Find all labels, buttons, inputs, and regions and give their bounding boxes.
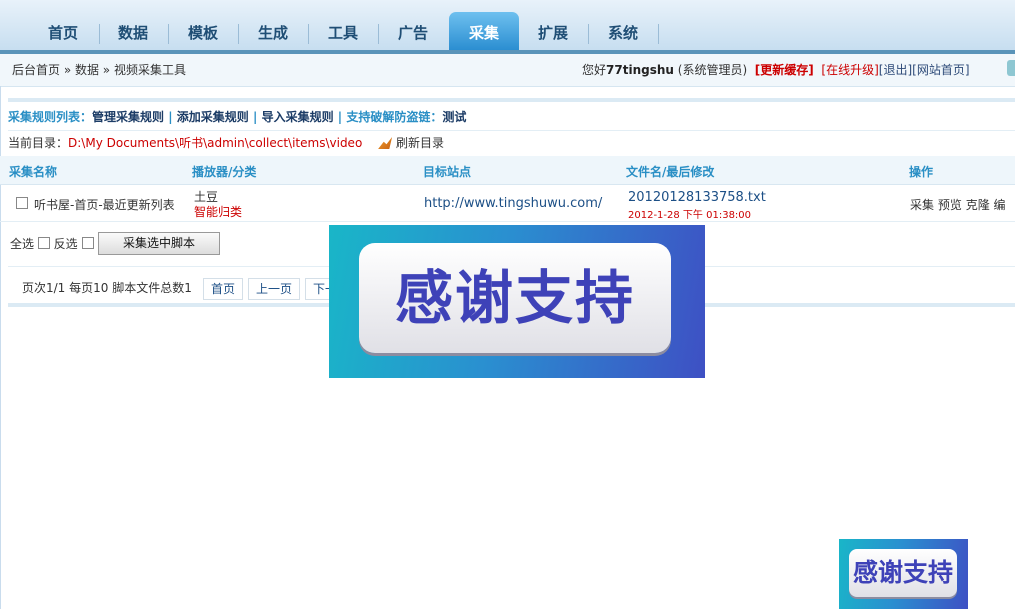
edit-action[interactable]: 编 bbox=[994, 198, 1006, 212]
thanks-banner-large[interactable]: 感谢支持 bbox=[329, 225, 705, 378]
select-controls: 全选 反选 bbox=[10, 232, 94, 256]
col-file: 文件名/最后修改 bbox=[626, 165, 715, 179]
row-actions: 采集 预览 克隆 编 bbox=[910, 196, 1006, 213]
refresh-directory-link[interactable]: 刷新目录 bbox=[396, 136, 444, 150]
tab-generate[interactable]: 生成 bbox=[238, 12, 308, 50]
select-all-checkbox[interactable] bbox=[37, 237, 50, 249]
user-role: (系统管理员) bbox=[677, 63, 748, 77]
first-page-button[interactable]: 首页 bbox=[203, 278, 244, 300]
col-name: 采集名称 bbox=[9, 165, 58, 179]
select-all-label: 全选 bbox=[10, 237, 35, 251]
directory-path: D:\My Documents\听书\admin\collect\items\v… bbox=[68, 136, 363, 150]
tab-collect[interactable]: 采集 bbox=[449, 12, 519, 50]
add-rule-link[interactable]: 添加采集规则 bbox=[177, 110, 249, 124]
thanks-banner-small[interactable]: 感谢支持 bbox=[839, 539, 968, 609]
tab-data[interactable]: 数据 bbox=[98, 12, 168, 50]
directory-label: 当前目录： bbox=[8, 136, 69, 150]
nav-divider bbox=[658, 24, 659, 44]
breadcrumb: 后台首页 » 数据 » 视频采集工具 bbox=[12, 63, 186, 77]
site-home-link[interactable]: [网站首页] bbox=[912, 63, 969, 77]
row-checkbox[interactable] bbox=[16, 197, 28, 211]
prev-page-button[interactable]: 上一页 bbox=[248, 278, 301, 300]
clone-action[interactable]: 克隆 bbox=[966, 198, 990, 212]
header-bar: 后台首页 » 数据 » 视频采集工具 您好77tingshu (系统管理员) [… bbox=[0, 54, 1015, 87]
category-name: 智能归类 bbox=[194, 205, 243, 219]
target-site-link[interactable]: http://www.tingshuwu.com/ bbox=[424, 196, 602, 211]
invert-checkbox[interactable] bbox=[81, 237, 94, 249]
collect-action[interactable]: 采集 bbox=[910, 198, 934, 212]
preview-action[interactable]: 预览 bbox=[938, 198, 962, 212]
current-directory-row: 当前目录：D:\My Documents\听书\admin\collect\it… bbox=[8, 131, 1015, 157]
modified-date: 2012-1-28 下午 01:38:00 bbox=[628, 210, 752, 221]
edge-button[interactable] bbox=[1007, 60, 1015, 76]
test-link[interactable]: 测试 bbox=[442, 110, 466, 124]
thanks-text: 感谢支持 bbox=[394, 264, 635, 332]
logout-link[interactable]: [退出] bbox=[879, 63, 912, 77]
user-bar: 您好77tingshu (系统管理员) [更新缓存] [在线升级][退出][网站… bbox=[582, 54, 970, 86]
username: 77tingshu bbox=[606, 63, 674, 77]
refresh-icon[interactable] bbox=[378, 137, 393, 149]
update-cache-link[interactable]: [更新缓存] bbox=[755, 63, 814, 77]
thanks-button-face: 感谢支持 bbox=[359, 243, 671, 353]
link-separator: | bbox=[253, 110, 258, 124]
import-rules-link[interactable]: 导入采集规则 bbox=[262, 110, 334, 124]
section-divider bbox=[8, 98, 1015, 102]
tab-tools[interactable]: 工具 bbox=[308, 12, 378, 50]
table-header: 采集名称 播放器/分类 目标站点 文件名/最后修改 操作 bbox=[0, 156, 1015, 185]
rule-list-label: 采集规则列表： bbox=[8, 110, 93, 124]
tab-system[interactable]: 系统 bbox=[588, 12, 658, 50]
tab-ads[interactable]: 广告 bbox=[378, 12, 448, 50]
link-separator: | bbox=[337, 110, 343, 124]
invert-label: 反选 bbox=[53, 237, 78, 251]
tab-templates[interactable]: 模板 bbox=[168, 12, 238, 50]
link-separator: | bbox=[168, 110, 173, 124]
online-upgrade-link[interactable]: [在线升级] bbox=[821, 63, 878, 77]
file-name: 20120128133758.txt bbox=[628, 190, 766, 205]
rule-links-row: 采集规则列表：管理采集规则 | 添加采集规则 | 导入采集规则 | 支持破解防盗… bbox=[8, 104, 1015, 131]
pager-info: 页次1/1 每页10 脚本文件总数1 bbox=[22, 281, 192, 295]
greeting: 您好 bbox=[582, 63, 607, 77]
col-ops: 操作 bbox=[909, 165, 934, 179]
thanks-text: 感谢支持 bbox=[852, 558, 953, 587]
rule-name: 听书屋-首页-最近更新列表 bbox=[34, 198, 175, 212]
col-player: 播放器/分类 bbox=[192, 165, 257, 179]
table-row: 听书屋-首页-最近更新列表 土豆 智能归类 http://www.tingshu… bbox=[0, 185, 1015, 222]
collect-selected-button[interactable]: 采集选中脚本 bbox=[98, 232, 220, 255]
thanks-button-face: 感谢支持 bbox=[849, 549, 957, 597]
tab-extensions[interactable]: 扩展 bbox=[518, 12, 588, 50]
tab-home[interactable]: 首页 bbox=[28, 12, 98, 50]
top-nav: 首页 数据 模板 生成 工具 广告 采集 扩展 系统 bbox=[0, 0, 1015, 54]
manage-rules-link[interactable]: 管理采集规则 bbox=[92, 110, 164, 124]
hotlink-label: 支持破解防盗链： bbox=[346, 110, 443, 124]
col-site: 目标站点 bbox=[423, 165, 472, 179]
